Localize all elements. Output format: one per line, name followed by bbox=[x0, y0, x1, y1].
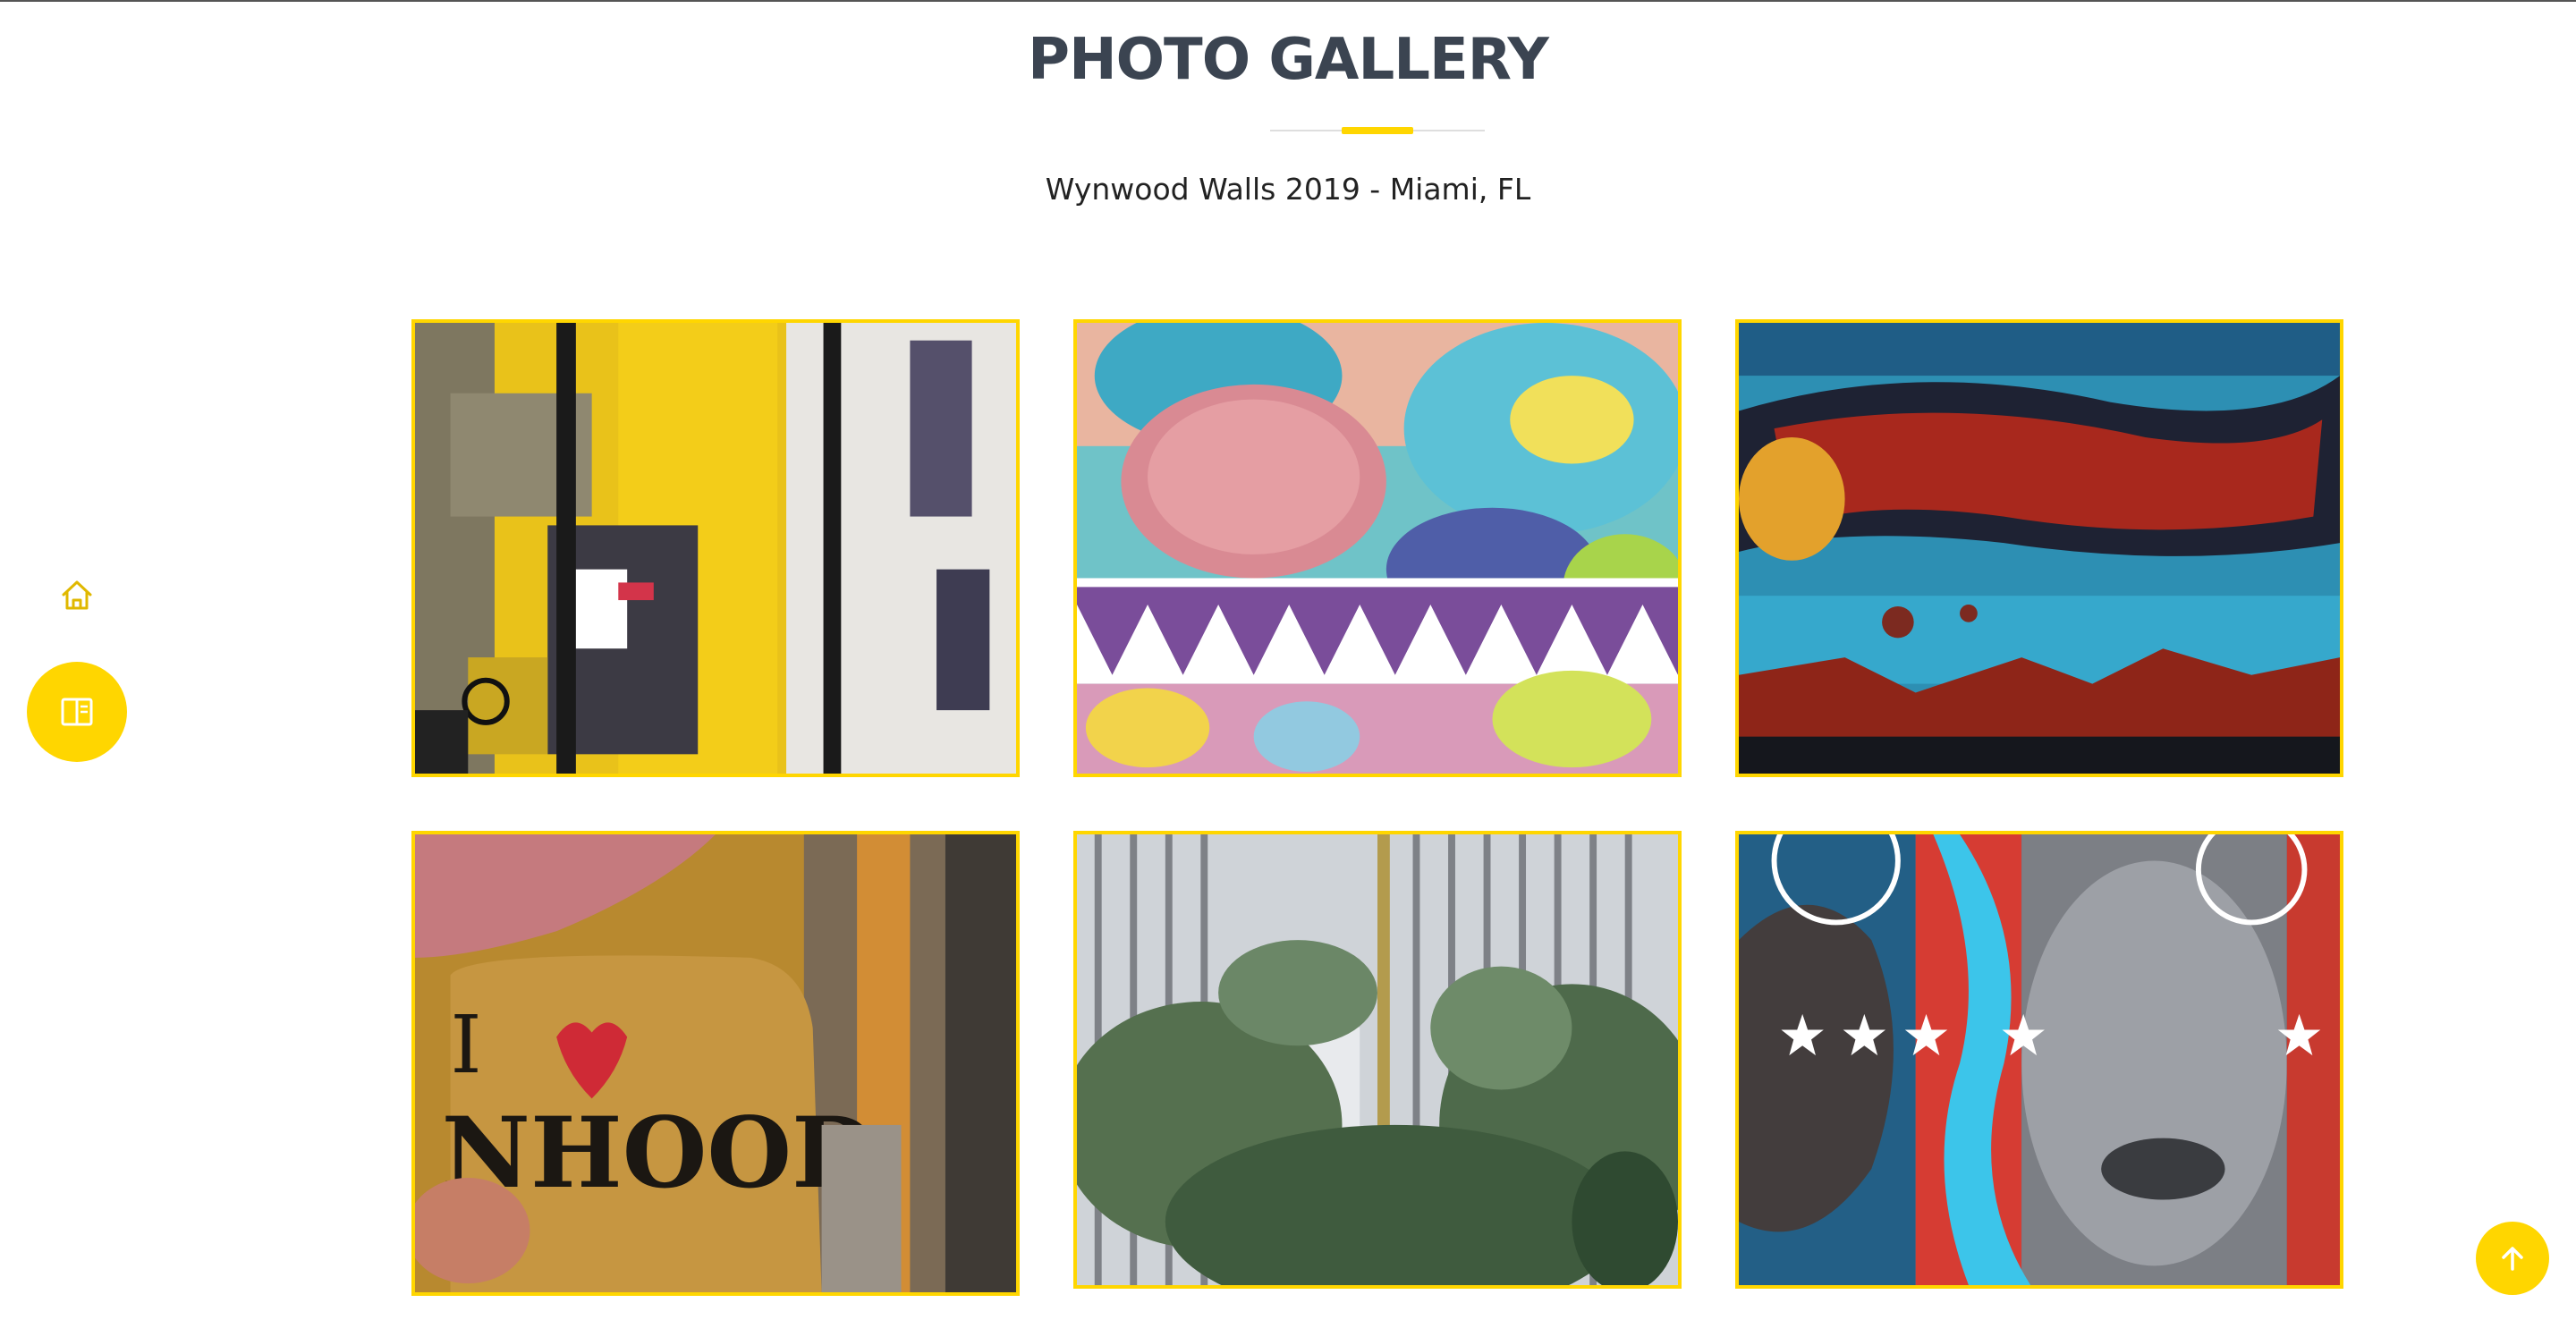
home-icon bbox=[62, 580, 92, 610]
scroll-to-top-button[interactable] bbox=[2476, 1222, 2549, 1295]
page-subtitle: Wynwood Walls 2019 - Miami, FL bbox=[1045, 172, 1531, 207]
photo-cartoon-faces-mural[interactable] bbox=[1073, 319, 1682, 777]
svg-text:I: I bbox=[451, 999, 482, 1091]
book-button[interactable] bbox=[27, 662, 127, 762]
home-link[interactable] bbox=[59, 578, 95, 613]
book-icon bbox=[61, 698, 93, 726]
photo-red-figure-space-mural[interactable] bbox=[1735, 319, 2343, 777]
photo-yellow-abstract-mural[interactable] bbox=[411, 319, 1020, 777]
photo-i-love-wynwood-mural[interactable]: NHOOD I bbox=[411, 831, 1020, 1296]
top-rule bbox=[0, 0, 2576, 2]
page-title: PHOTO GALLERY bbox=[1028, 27, 1549, 93]
arrow-up-icon bbox=[2502, 1247, 2523, 1271]
title-divider-accent bbox=[1342, 127, 1413, 134]
photo-faces-stars-mural[interactable] bbox=[1735, 831, 2343, 1289]
photo-jungle-gate-mural[interactable] bbox=[1073, 831, 1682, 1289]
